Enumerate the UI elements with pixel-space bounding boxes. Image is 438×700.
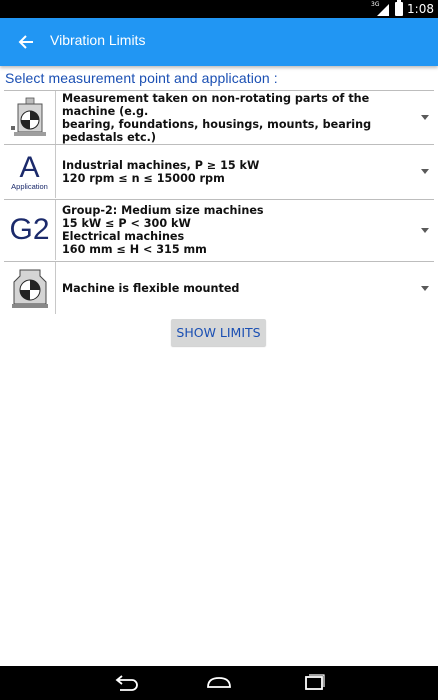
dropdown-arrow-icon[interactable] <box>416 169 434 174</box>
section-heading: Select measurement point and application… <box>5 70 278 86</box>
home-nav-icon[interactable] <box>205 674 233 696</box>
application-selector[interactable]: A Application Industrial machines, P ≥ 1… <box>4 145 434 198</box>
machine-group-selector[interactable]: G2 Group-2: Medium size machines 15 kW ≤… <box>4 200 434 260</box>
status-bar: 3G 1:08 <box>0 0 438 18</box>
navigation-bar <box>0 666 438 700</box>
group-g2-icon: G2 <box>4 200 56 260</box>
status-time: 1:08 <box>407 2 434 16</box>
machine-group-text: Group-2: Medium size machines 15 kW ≤ P … <box>62 204 264 256</box>
show-limits-button[interactable]: SHOW LIMITS <box>171 319 266 346</box>
signal-icon: 3G <box>371 1 391 16</box>
back-nav-icon[interactable] <box>112 674 140 696</box>
application-a-icon: A Application <box>4 145 56 198</box>
page-title: Vibration Limits <box>50 32 146 48</box>
application-text: Industrial machines, P ≥ 15 kW 120 rpm ≤… <box>62 158 260 185</box>
dropdown-arrow-icon[interactable] <box>416 115 434 120</box>
network-type: 3G <box>371 1 380 8</box>
measurement-point-selector[interactable]: Measurement taken on non-rotating parts … <box>4 91 434 144</box>
mounting-selector[interactable]: Machine is flexible mounted <box>4 262 434 314</box>
back-arrow-icon[interactable] <box>12 28 40 56</box>
battery-icon <box>395 0 404 16</box>
app-bar: Vibration Limits <box>0 18 438 66</box>
recents-nav-icon[interactable] <box>300 674 328 696</box>
dropdown-arrow-icon[interactable] <box>416 285 434 291</box>
dropdown-arrow-icon[interactable] <box>416 227 434 233</box>
mounting-text: Machine is flexible mounted <box>62 281 240 295</box>
measurement-point-text: Measurement taken on non-rotating parts … <box>62 91 372 144</box>
machine-bearing-icon <box>4 91 56 144</box>
flexible-mount-icon <box>4 262 56 314</box>
